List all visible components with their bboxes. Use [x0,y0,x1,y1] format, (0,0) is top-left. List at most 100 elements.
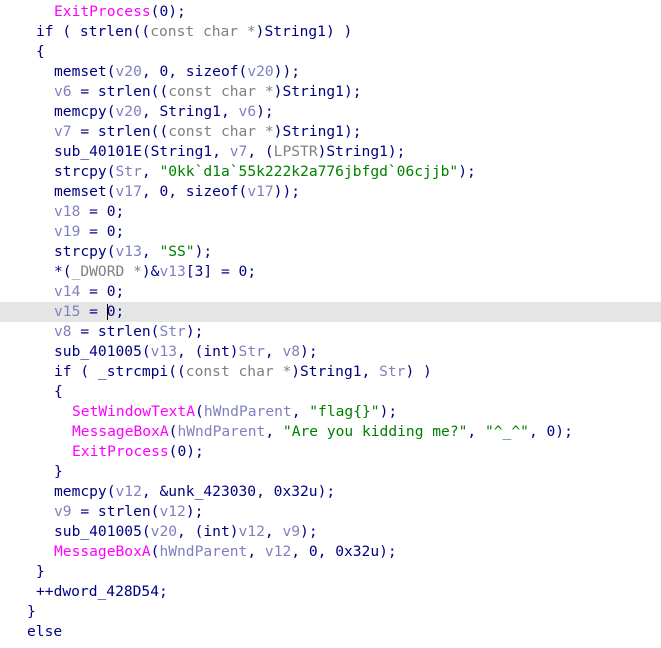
code-token-cast: _DWORD * [71,263,142,280]
code-line[interactable]: memcpy(v20, String1, v6); [0,102,661,122]
code-token-plain: strcpy( [54,163,116,180]
code-token-var: Str [159,323,186,340]
code-line[interactable]: memset(v17, 0, sizeof(v17)); [0,182,661,202]
code-line[interactable]: v8 = strlen(Str); [0,322,661,342]
code-token-plain: memcpy( [54,103,116,120]
code-token-plain: )); [273,63,301,80]
code-line[interactable]: { [0,382,661,402]
code-token-var: v17 [115,183,142,200]
code-token-plain: ); [185,323,204,340]
code-token-var: v8 [282,343,301,360]
code-token-plain: ) ) [405,363,432,380]
code-token-plain: , [264,343,283,360]
code-line[interactable]: v9 = strlen(v12); [0,502,661,522]
code-line[interactable]: if ( _strcmpi((const char *)String1, Str… [0,362,661,382]
code-token-plain: if ( strlen(( [36,23,151,40]
code-token-var: Str [379,363,406,380]
code-token-plain: strcpy( [54,243,116,260]
code-token-plain: )String1); [317,143,406,160]
code-token-cast: LPSTR [273,143,318,160]
code-token-plain: memset( [54,63,116,80]
code-token-str: "^_^" [485,423,529,440]
code-token-var: v15 [54,303,81,320]
code-token-plain: ); [300,523,318,540]
code-token-str: "SS" [159,243,195,260]
code-line[interactable]: sub_40101E(String1, v7, (LPSTR)String1); [0,142,661,162]
code-token-plain: = 0; [80,303,125,320]
code-line[interactable]: memcpy(v12, &unk_423030, 0x32u); [0,482,661,502]
code-token-plain: *( [54,263,72,280]
code-token-plain: memset( [54,183,116,200]
code-line[interactable]: ExitProcess(0); [0,2,661,22]
code-token-plain: )String1); [273,123,362,140]
code-token-var: v13 [115,243,142,260]
code-line[interactable]: MessageBoxA(hWndParent, v12, 0, 0x32u); [0,542,661,562]
code-token-plain: , (int) [177,523,239,540]
pseudocode-view[interactable]: ExitProcess(0); if ( strlen((const char *… [0,0,661,648]
code-token-cast: const char * [168,83,274,100]
code-token-plain: ( [195,403,204,420]
code-token-var: v9 [54,503,72,520]
text-caret [107,304,108,320]
code-line[interactable]: ++dword_428D54; [0,582,661,602]
code-line[interactable]: v14 = 0; [0,282,661,302]
code-token-var: v20 [150,523,178,540]
code-token-plain: ); [256,103,274,120]
code-token-plain: } [36,563,45,580]
code-token-var: v9 [282,523,301,540]
code-token-plain: )String1) ) [255,23,353,40]
code-token-plain: { [36,43,45,60]
code-token-plain: { [54,383,63,400]
code-line[interactable]: v18 = 0; [0,202,661,222]
code-token-plain: = strlen( [71,323,160,340]
code-line[interactable]: v7 = strlen((const char *)String1); [0,122,661,142]
code-token-func: ExitProcess [72,443,169,460]
code-line[interactable]: if ( strlen((const char *)String1) ) [0,22,661,42]
code-line[interactable]: v15 = 0; [0,302,661,322]
code-token-plain: = strlen( [71,503,160,520]
code-token-plain: )); [273,183,301,200]
code-line[interactable]: strcpy(Str, "0kk`d1a`55k222k2a776jbfgd`0… [0,162,661,182]
code-line[interactable]: { [0,42,661,62]
code-token-plain: , 0, 0x32u); [291,543,397,560]
code-token-plain: , String1, [141,103,239,120]
code-token-plain: = 0; [80,283,125,300]
code-token-plain: = strlen(( [71,83,169,100]
code-token-plain: = 0; [80,223,125,240]
code-line[interactable]: } [0,462,661,482]
code-token-plain: [3] = 0; [185,263,257,280]
code-token-plain: , [265,423,283,440]
code-line[interactable]: *(_DWORD *)&v13[3] = 0; [0,262,661,282]
code-token-plain: (0); [168,443,204,460]
code-token-var: Str [115,163,142,180]
code-token-plain: = 0; [80,203,125,220]
code-token-plain: )String1); [273,83,362,100]
code-token-plain: ); [185,503,204,520]
code-line[interactable]: ExitProcess(0); [0,442,661,462]
code-line[interactable]: sub_401005(v20, (int)v12, v9); [0,522,661,542]
code-line[interactable]: strcpy(v13, "SS"); [0,242,661,262]
code-token-var: v12 [264,543,292,560]
code-line[interactable]: v19 = 0; [0,222,661,242]
code-line[interactable]: } [0,562,661,582]
code-line[interactable]: v6 = strlen((const char *)String1); [0,82,661,102]
code-token-plain: , [291,403,310,420]
code-token-var: Str [238,343,265,360]
code-token-plain: , 0, sizeof( [141,183,248,200]
code-token-var: v20 [115,103,142,120]
code-line[interactable]: } [0,602,661,622]
code-token-plain: ); [300,343,318,360]
code-line[interactable]: SetWindowTextA(hWndParent, "flag{}"); [0,402,661,422]
code-line[interactable]: memset(v20, 0, sizeof(v20)); [0,62,661,82]
code-line[interactable]: else [0,622,661,642]
code-token-var: v20 [115,63,142,80]
code-token-plain: , [467,423,485,440]
code-token-var: v13 [159,263,186,280]
code-token-plain: ++dword_428D54; [36,583,168,600]
code-token-var: v18 [54,203,81,220]
code-token-str: "0kk`d1a`55k222k2a776jbfgd`06cjjb" [159,163,459,180]
code-token-func: SetWindowTextA [72,403,196,420]
code-line[interactable]: sub_401005(v13, (int)Str, v8); [0,342,661,362]
code-token-plain: ); [194,243,213,260]
code-line[interactable]: MessageBoxA(hWndParent, "Are you kidding… [0,422,661,442]
